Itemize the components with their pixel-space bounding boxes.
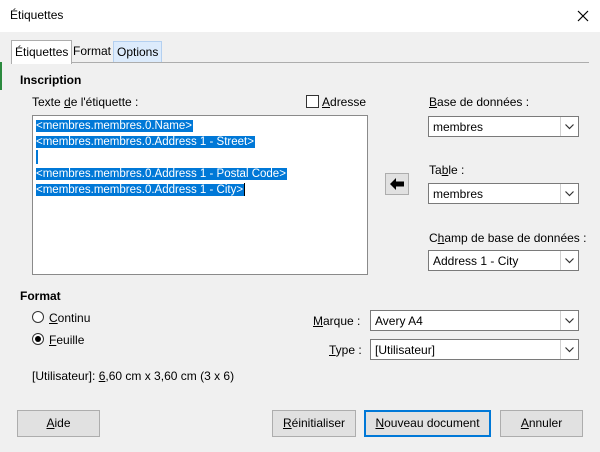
radio-dot: [35, 336, 41, 342]
database-label: Base de données :: [429, 95, 530, 109]
type-label: Type :: [329, 343, 362, 357]
continu-radio[interactable]: [32, 311, 44, 323]
table-label: Table :: [429, 163, 465, 177]
close-icon: [577, 10, 589, 22]
tab-etiquettes[interactable]: Étiquettes: [11, 40, 73, 64]
field-label: Champ de base de données :: [429, 231, 587, 245]
text-line-2: <membres.membres.0.Address 1 - Street>: [36, 136, 255, 148]
address-checkbox-label: Adresse: [322, 95, 367, 109]
text-line-1: <membres.membres.0.Name>: [36, 120, 193, 132]
inscription-heading: Inscription: [20, 73, 82, 87]
marque-select[interactable]: Avery A4: [370, 310, 579, 331]
marque-label: Marque :: [313, 314, 361, 328]
cancel-button[interactable]: Annuler: [500, 410, 583, 437]
label-text-label: Texte de l'étiquette :: [32, 95, 139, 109]
chevron-down-icon[interactable]: [560, 117, 578, 136]
chevron-down-icon[interactable]: [560, 251, 578, 270]
tab-format[interactable]: Format: [70, 41, 114, 61]
address-checkbox[interactable]: [306, 95, 319, 108]
chevron-down-icon[interactable]: [560, 184, 578, 203]
format-summary: [Utilisateur]: 6,60 cm x 3,60 cm (3 x 6): [32, 369, 235, 383]
reset-button[interactable]: Réinitialiser: [272, 410, 356, 437]
database-select[interactable]: membres: [428, 116, 579, 137]
format-heading: Format: [20, 289, 61, 303]
field-select[interactable]: Address 1 - City: [428, 250, 579, 271]
continu-label: Continu: [49, 311, 91, 325]
text-line-3: [36, 150, 38, 164]
text-line-5: <membres.membres.0.Address 1 - City>: [36, 184, 245, 196]
help-button[interactable]: Aide: [17, 410, 100, 437]
new-document-button[interactable]: Nouveau document: [364, 410, 491, 437]
close-button[interactable]: [568, 2, 598, 30]
tab-options[interactable]: Options: [113, 41, 163, 62]
chevron-down-icon[interactable]: [560, 340, 578, 359]
feuille-label: Feuille: [49, 333, 85, 347]
text-line-4: <membres.membres.0.Address 1 - Postal Co…: [36, 168, 287, 180]
label-text-area[interactable]: <membres.membres.0.Name> <membres.membre…: [32, 115, 368, 275]
text-caret: [244, 183, 246, 197]
type-select[interactable]: [Utilisateur]: [370, 339, 579, 360]
window-title: Étiquettes: [10, 8, 64, 22]
chevron-down-icon[interactable]: [560, 311, 578, 330]
insert-field-button[interactable]: [385, 173, 409, 195]
arrow-left-icon: [390, 178, 404, 190]
title-bar: Étiquettes: [0, 0, 600, 32]
feuille-radio[interactable]: [32, 333, 44, 345]
table-select[interactable]: membres: [428, 183, 579, 204]
edge-strip: [0, 62, 2, 90]
